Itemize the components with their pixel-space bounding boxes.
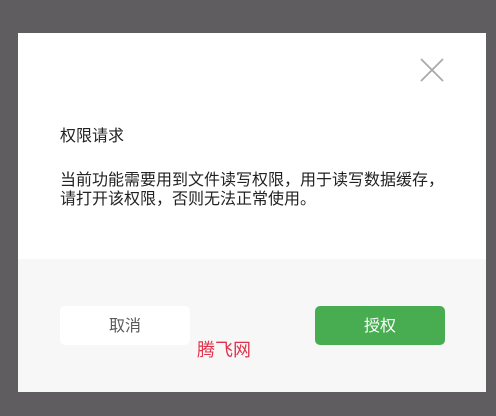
watermark-text: 腾飞网 xyxy=(197,340,251,361)
dialog-message: 当前功能需要用到文件读写权限，用于读写数据缓存，请打开该权限，否则无法正常使用。 xyxy=(60,170,445,208)
permission-dialog: 权限请求 当前功能需要用到文件读写权限，用于读写数据缓存，请打开该权限，否则无法… xyxy=(18,33,486,392)
close-icon xyxy=(420,58,444,82)
grant-button[interactable]: 授权 xyxy=(315,306,445,345)
close-button[interactable] xyxy=(419,57,445,83)
cancel-button[interactable]: 取消 xyxy=(60,306,190,345)
dialog-title: 权限请求 xyxy=(60,126,125,145)
dialog-content-area xyxy=(18,33,486,259)
